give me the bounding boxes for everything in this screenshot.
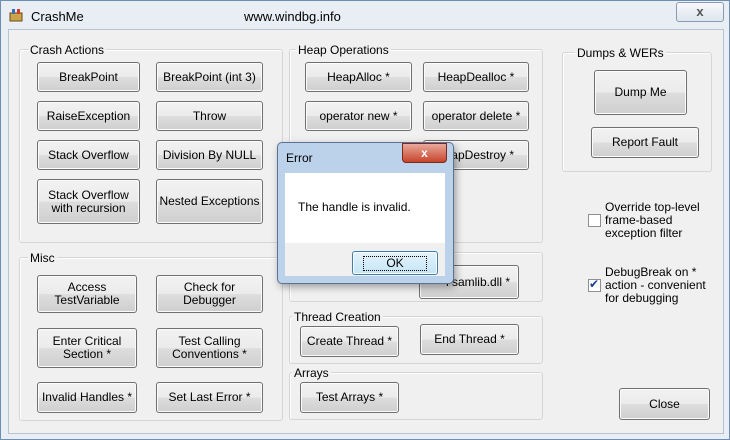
- throw-button[interactable]: Throw: [156, 101, 263, 131]
- thread-creation-label: Thread Creation: [292, 310, 383, 324]
- stack-overflow-button[interactable]: Stack Overflow: [37, 140, 140, 170]
- debugbreak-checkbox[interactable]: ✔: [588, 277, 601, 292]
- set-last-error-button[interactable]: Set Last Error *: [156, 382, 263, 413]
- operator-delete-button[interactable]: operator delete *: [423, 101, 529, 131]
- debugbreak-option[interactable]: ✔ DebugBreak on * action - convenient fo…: [588, 266, 706, 305]
- crash-actions-label: Crash Actions: [28, 43, 107, 57]
- breakpoint-button[interactable]: BreakPoint: [37, 62, 140, 92]
- access-test-variable-button[interactable]: Access TestVariable: [37, 275, 137, 313]
- heap-operations-label: Heap Operations: [296, 43, 391, 57]
- invalid-handles-button[interactable]: Invalid Handles *: [37, 382, 137, 413]
- error-dialog-body: The handle is invalid.: [285, 173, 445, 243]
- error-dialog-title: Error: [286, 151, 313, 165]
- dump-me-button[interactable]: Dump Me: [594, 70, 687, 115]
- app-icon: [9, 9, 23, 22]
- error-message: The handle is invalid.: [298, 200, 411, 214]
- nested-exceptions-button[interactable]: Nested Exceptions: [156, 179, 263, 224]
- error-dialog-footer: OK: [285, 243, 445, 276]
- operator-new-button[interactable]: operator new *: [305, 101, 412, 131]
- end-thread-button[interactable]: End Thread *: [420, 324, 519, 355]
- override-filter-label: Override top-level frame-based exception…: [605, 200, 700, 240]
- override-filter-checkbox[interactable]: [588, 214, 601, 227]
- ok-button-label: OK: [363, 255, 427, 271]
- arrays-label: Arrays: [292, 366, 331, 380]
- window-title-url: www.windbg.info: [244, 9, 341, 24]
- error-dialog-close-button[interactable]: x: [402, 143, 447, 163]
- checkmark-icon: ✔: [589, 277, 600, 291]
- enter-critical-section-button[interactable]: Enter Critical Section *: [37, 328, 137, 368]
- raise-exception-button[interactable]: RaiseException: [37, 101, 140, 131]
- misc-label: Misc: [28, 251, 57, 265]
- override-filter-option[interactable]: Override top-level frame-based exception…: [588, 201, 700, 240]
- ok-button[interactable]: OK: [352, 251, 438, 275]
- error-dialog: Error x The handle is invalid. OK: [277, 142, 454, 284]
- stack-overflow-recursion-button[interactable]: Stack Overflow with recursion: [37, 179, 140, 224]
- heap-alloc-button[interactable]: HeapAlloc *: [305, 62, 412, 92]
- window-close-button[interactable]: x: [676, 2, 724, 22]
- heap-dealloc-button[interactable]: HeapDealloc *: [423, 62, 529, 92]
- close-button[interactable]: Close: [619, 388, 710, 420]
- test-calling-conventions-button[interactable]: Test Calling Conventions *: [156, 328, 263, 368]
- create-thread-button[interactable]: Create Thread *: [300, 326, 399, 357]
- debugbreak-label: DebugBreak on * action - convenient for …: [605, 265, 706, 305]
- window-title: CrashMe: [31, 9, 84, 24]
- dumps-wers-label: Dumps & WERs: [575, 46, 666, 60]
- test-arrays-button[interactable]: Test Arrays *: [300, 382, 399, 413]
- division-by-null-button[interactable]: Division By NULL: [156, 140, 263, 170]
- report-fault-button[interactable]: Report Fault: [591, 127, 699, 158]
- crashme-window: CrashMe www.windbg.info x Crash Actions …: [0, 0, 730, 440]
- title-bar: CrashMe www.windbg.info x: [1, 1, 729, 29]
- breakpoint-int3-button[interactable]: BreakPoint (int 3): [156, 62, 263, 92]
- check-for-debugger-button[interactable]: Check for Debugger: [156, 275, 263, 313]
